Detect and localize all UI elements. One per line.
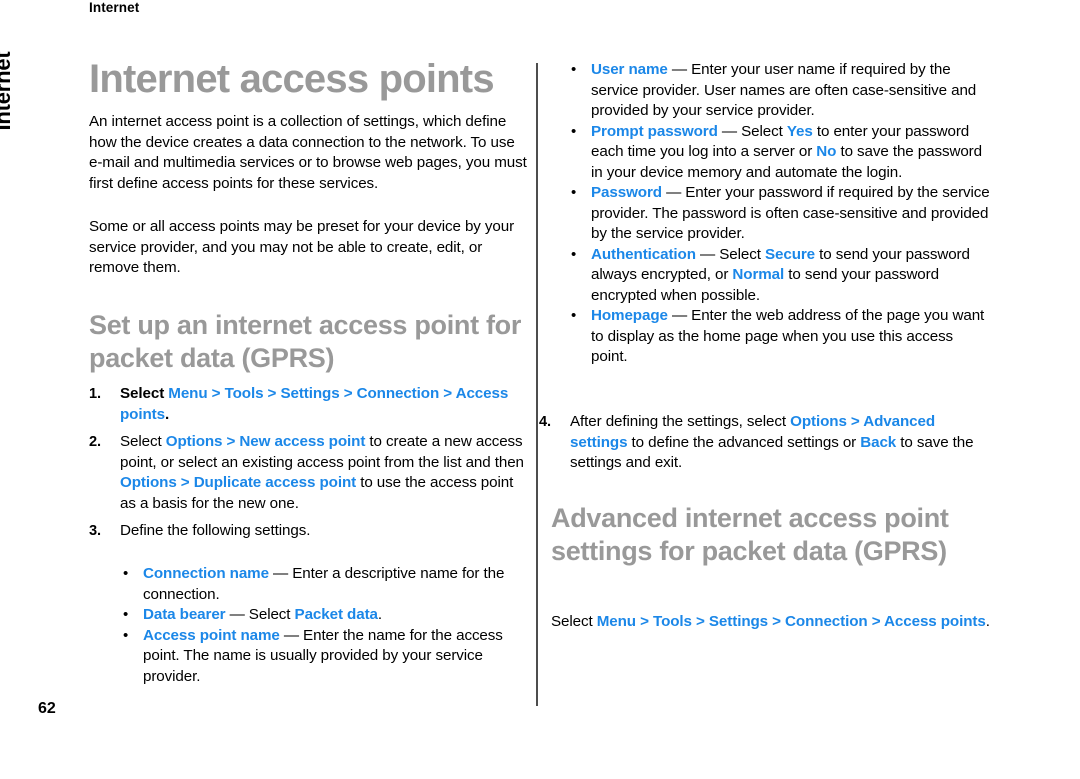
list-item: 2. Select Options > New access point to … (89, 432, 527, 514)
bullet-dot-icon: • (571, 307, 577, 324)
bullet-dot-icon: • (571, 184, 577, 201)
running-header: Internet (89, 0, 140, 15)
list-item-text: Prompt password — Select Yes to enter yo… (591, 122, 982, 181)
list-item-text: Define the following settings. (120, 522, 311, 539)
list-item: • User name — Enter your user name if re… (561, 60, 991, 122)
list-item-text: Access point name — Enter the name for t… (143, 626, 503, 685)
list-item: • Authentication — Select Secure to send… (561, 245, 991, 307)
chapter-side-tab: Internet (0, 51, 15, 131)
list-item: • Access point name — Enter the name for… (113, 626, 527, 688)
list-item: 3. Define the following settings. (89, 521, 527, 542)
list-item: • Connection name — Enter a descriptive … (113, 564, 527, 605)
section-subtitle-advanced: Advanced internet access point settings … (551, 503, 949, 566)
list-item-text: Password — Enter your password if requir… (591, 184, 990, 242)
page-root: { "page": { "running_header": "Internet"… (0, 0, 1080, 779)
list-item-text: Select Options > New access point to cre… (120, 433, 524, 512)
intro-paragraph-2: Some or all access points may be preset … (89, 218, 515, 276)
column-divider (536, 63, 538, 706)
bullet-dot-icon: • (571, 61, 577, 78)
intro-paragraph-1: An internet access point is a collection… (89, 113, 527, 192)
list-item-text: Authentication — Select Secure to send y… (591, 245, 970, 304)
list-item-text: Select Menu > Tools > Settings > Connect… (120, 385, 509, 423)
list-item: 4. After defining the settings, select O… (539, 412, 991, 474)
setup-bullets-list: • Connection name — Enter a descriptive … (113, 564, 527, 687)
list-item: • Homepage — Enter the web address of th… (561, 306, 991, 368)
list-item-text: Connection name — Enter a descriptive na… (143, 565, 505, 603)
settings-steps-list: 4. After defining the settings, select O… (539, 412, 991, 474)
list-item: • Password — Enter your password if requ… (561, 183, 991, 245)
list-marker: 3. (89, 523, 101, 539)
list-marker: 2. (89, 434, 101, 450)
bullet-dot-icon: • (123, 626, 129, 644)
list-marker: 4. (539, 414, 551, 430)
list-item-text: Data bearer — Select Packet data. (143, 606, 382, 623)
bullet-dot-icon: • (123, 606, 129, 623)
bullet-dot-icon: • (571, 122, 577, 140)
settings-bullets-list: • User name — Enter your user name if re… (561, 60, 991, 368)
list-item: 1. Select Menu > Tools > Settings > Conn… (89, 384, 527, 425)
page-title: Internet access points (89, 57, 495, 101)
list-marker: 1. (89, 386, 101, 402)
list-item: • Data bearer — Select Packet data. (113, 605, 527, 626)
page-number: 62 (38, 700, 56, 717)
bullet-dot-icon: • (571, 245, 577, 263)
advanced-path-text: Select Menu > Tools > Settings > Connect… (551, 613, 990, 630)
list-item-text: User name — Enter your user name if requ… (591, 61, 977, 119)
setup-steps-list: 1. Select Menu > Tools > Settings > Conn… (89, 384, 527, 542)
list-item-text: After defining the settings, select Opti… (570, 413, 974, 471)
list-item-text: Homepage — Enter the web address of the … (591, 307, 985, 365)
list-item: • Prompt password — Select Yes to enter … (561, 122, 991, 184)
section-subtitle-setup: Set up an internet access point for pack… (89, 310, 522, 373)
bullet-dot-icon: • (123, 565, 129, 582)
